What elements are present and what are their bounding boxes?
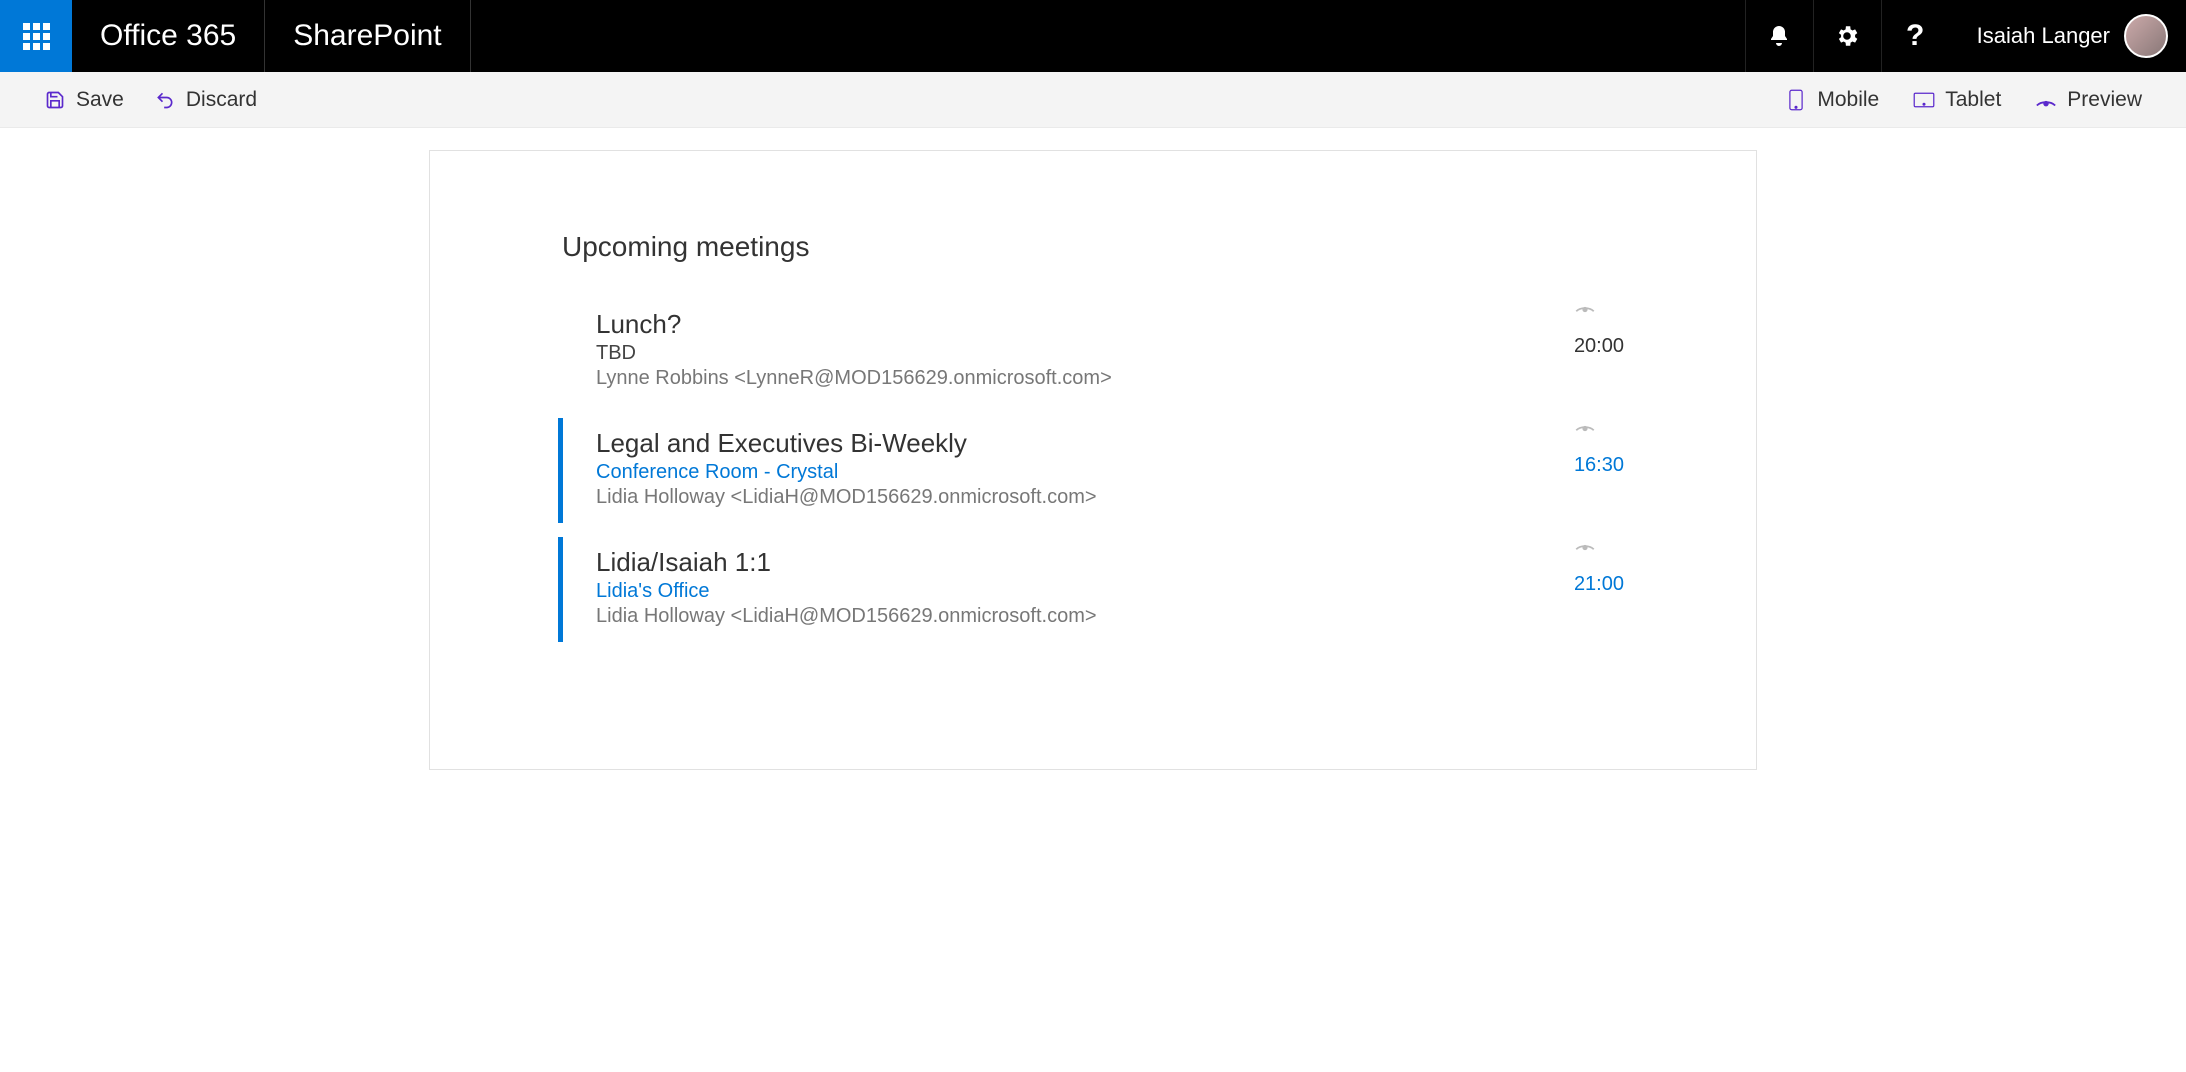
meeting-item[interactable]: Lidia/Isaiah 1:1 Lidia's Office Lidia Ho… bbox=[562, 537, 1624, 638]
meeting-time: 20:00 bbox=[1574, 335, 1624, 358]
mobile-view-button[interactable]: Mobile bbox=[1785, 88, 1879, 112]
save-label: Save bbox=[76, 88, 124, 112]
tablet-view-button[interactable]: Tablet bbox=[1913, 88, 2001, 112]
bell-icon bbox=[1767, 24, 1791, 48]
meeting-location[interactable]: Lidia's Office bbox=[596, 580, 1624, 603]
undo-icon bbox=[154, 89, 176, 111]
visibility-icon[interactable] bbox=[1574, 537, 1624, 551]
meeting-title: Legal and Executives Bi-Weekly bbox=[596, 428, 1624, 459]
mobile-icon bbox=[1785, 89, 1807, 111]
section-title: Upcoming meetings bbox=[562, 231, 1624, 263]
page-canvas: Upcoming meetings Lunch? TBD Lynne Robbi… bbox=[429, 150, 1757, 770]
meeting-time: 16:30 bbox=[1574, 454, 1624, 477]
brand-office365[interactable]: Office 365 bbox=[72, 0, 265, 72]
meeting-organizer: Lynne Robbins <LynneR@MOD156629.onmicros… bbox=[596, 367, 1624, 390]
preview-button[interactable]: Preview bbox=[2035, 88, 2142, 112]
mobile-label: Mobile bbox=[1817, 88, 1879, 112]
gear-icon bbox=[1834, 23, 1860, 49]
discard-label: Discard bbox=[186, 88, 257, 112]
meetings-list: Lunch? TBD Lynne Robbins <LynneR@MOD1566… bbox=[562, 299, 1624, 638]
visibility-icon[interactable] bbox=[1574, 299, 1624, 313]
notifications-button[interactable] bbox=[1745, 0, 1813, 72]
selection-bar bbox=[558, 418, 563, 523]
visibility-icon[interactable] bbox=[1574, 418, 1624, 432]
meeting-location[interactable]: Conference Room - Crystal bbox=[596, 461, 1624, 484]
save-button[interactable]: Save bbox=[44, 88, 124, 112]
meeting-organizer: Lidia Holloway <LidiaH@MOD156629.onmicro… bbox=[596, 486, 1624, 509]
waffle-icon bbox=[23, 23, 50, 50]
help-icon: ? bbox=[1906, 19, 1924, 53]
help-button[interactable]: ? bbox=[1881, 0, 1949, 72]
meeting-organizer: Lidia Holloway <LidiaH@MOD156629.onmicro… bbox=[596, 605, 1624, 628]
settings-button[interactable] bbox=[1813, 0, 1881, 72]
tablet-label: Tablet bbox=[1945, 88, 2001, 112]
preview-label: Preview bbox=[2067, 88, 2142, 112]
meeting-title: Lidia/Isaiah 1:1 bbox=[596, 547, 1624, 578]
save-icon bbox=[44, 89, 66, 111]
user-menu[interactable]: Isaiah Langer bbox=[1949, 0, 2186, 72]
meeting-item[interactable]: Lunch? TBD Lynne Robbins <LynneR@MOD1566… bbox=[562, 299, 1624, 400]
suite-bar: Office 365 SharePoint ? Isaiah Langer bbox=[0, 0, 2186, 72]
selection-bar bbox=[558, 537, 563, 642]
meeting-item[interactable]: Legal and Executives Bi-Weekly Conferenc… bbox=[562, 418, 1624, 519]
tablet-icon bbox=[1913, 89, 1935, 111]
avatar bbox=[2124, 14, 2168, 58]
app-launcher-button[interactable] bbox=[0, 0, 72, 72]
meeting-location: TBD bbox=[596, 342, 1624, 365]
meeting-time: 21:00 bbox=[1574, 573, 1624, 596]
discard-button[interactable]: Discard bbox=[154, 88, 257, 112]
meeting-title: Lunch? bbox=[596, 309, 1624, 340]
brand-app-sharepoint[interactable]: SharePoint bbox=[265, 0, 470, 72]
preview-icon bbox=[2035, 89, 2057, 111]
command-bar: Save Discard Mobile Tablet Preview bbox=[0, 72, 2186, 128]
user-name: Isaiah Langer bbox=[1977, 23, 2110, 49]
